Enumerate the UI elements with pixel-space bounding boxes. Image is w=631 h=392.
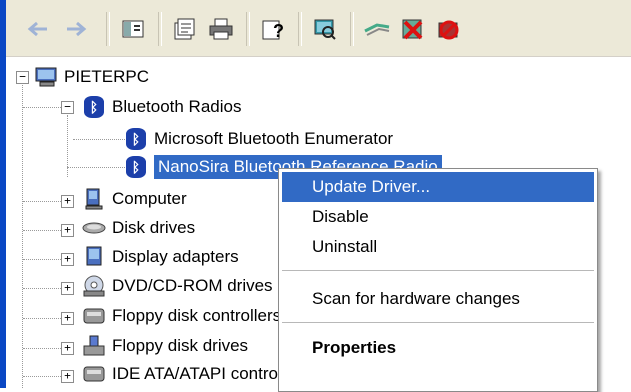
disable-icon (438, 20, 459, 40)
cd-drive-icon (82, 274, 106, 298)
computer-icon (82, 187, 106, 211)
print-button[interactable] (206, 14, 236, 44)
toolbar-separator (246, 12, 250, 46)
tree-item-label: Bluetooth Radios (112, 97, 242, 116)
uninstall-button[interactable] (398, 14, 428, 44)
disable-button[interactable] (434, 14, 464, 44)
tree-line (23, 288, 61, 289)
expand-toggle[interactable]: + (61, 282, 74, 295)
menu-separator (282, 270, 594, 271)
display-adapter-icon (82, 245, 106, 269)
update-driver-icon (364, 23, 390, 36)
context-menu: Update Driver... Disable Uninstall Scan … (278, 168, 598, 392)
tree-item-label: Computer (112, 189, 187, 208)
show-hide-console-tree-button[interactable] (118, 14, 148, 44)
menu-item-properties[interactable]: Properties (282, 333, 594, 363)
bluetooth-icon: ᛒ (82, 95, 106, 119)
uninstall-icon (402, 19, 423, 40)
update-driver-button[interactable] (362, 14, 392, 44)
print-icon (209, 18, 233, 40)
help-button[interactable]: ? (258, 14, 288, 44)
expand-toggle[interactable]: + (61, 195, 74, 208)
tree-line (22, 77, 23, 388)
ide-controller-icon (82, 362, 106, 386)
toolbar-separator (158, 12, 162, 46)
forward-icon (67, 21, 87, 37)
tree-item-floppy-drives[interactable]: Floppy disk drives (82, 332, 248, 360)
tree-item-label: PIETERPC (64, 67, 150, 86)
tree-line (73, 139, 125, 140)
tree-line (23, 107, 61, 108)
tree-line (23, 259, 61, 260)
computer-icon (34, 65, 58, 89)
expand-toggle[interactable]: + (61, 253, 74, 266)
bluetooth-icon: ᛒ (124, 155, 148, 179)
toolbar-separator (106, 12, 110, 46)
menu-separator (282, 322, 594, 323)
tree-item-label: Disk drives (112, 218, 196, 237)
tree-item-disk-drives[interactable]: Disk drives (82, 214, 195, 242)
tree-item-label: Display adapters (112, 247, 239, 266)
tree-item-label: Floppy disk controllers (112, 306, 282, 325)
tree-line (23, 201, 61, 202)
back-icon (27, 21, 47, 37)
menu-item-uninstall[interactable]: Uninstall (282, 232, 594, 262)
tree-item-bt-enumerator[interactable]: ᛒ Microsoft Bluetooth Enumerator (124, 125, 393, 153)
tree-line (23, 230, 61, 231)
properties-icon (174, 18, 195, 40)
tree-item-bluetooth-radios[interactable]: ᛒ Bluetooth Radios (82, 93, 241, 121)
help-icon: ? (262, 20, 284, 41)
toolbar-separator (350, 12, 354, 46)
tree-item-computer[interactable]: Computer (82, 185, 187, 213)
tree-item-floppy-controllers[interactable]: Floppy disk controllers (82, 302, 281, 330)
toolbar: ? (6, 0, 631, 57)
scan-hardware-button[interactable] (310, 14, 340, 44)
tree-item-label: DVD/CD-ROM drives (112, 276, 273, 295)
expand-toggle[interactable]: + (61, 224, 74, 237)
disk-drive-icon (82, 216, 106, 240)
tree-item-ide[interactable]: IDE ATA/ATAPI controllers (82, 360, 309, 388)
tree-line (67, 167, 125, 168)
menu-item-update-driver[interactable]: Update Driver... (282, 172, 594, 202)
menu-item-disable[interactable]: Disable (282, 202, 594, 232)
tree-item-label: Microsoft Bluetooth Enumerator (154, 129, 394, 148)
tree-item-dvd[interactable]: DVD/CD-ROM drives (82, 272, 273, 300)
expand-toggle[interactable]: + (61, 312, 74, 325)
expand-toggle[interactable]: + (61, 370, 74, 383)
svg-text:?: ? (273, 21, 284, 41)
scan-hardware-icon (314, 19, 336, 40)
tree-item-display-adapters[interactable]: Display adapters (82, 243, 239, 271)
properties-button[interactable] (170, 14, 200, 44)
collapse-toggle[interactable]: − (61, 101, 74, 114)
tree-item-root[interactable]: PIETERPC (34, 63, 149, 91)
expand-toggle[interactable]: + (61, 342, 74, 355)
forward-button[interactable] (62, 14, 92, 44)
tree-line (23, 318, 61, 319)
back-button[interactable] (22, 14, 52, 44)
bluetooth-icon: ᛒ (124, 127, 148, 151)
tree-item-label: Floppy disk drives (112, 336, 249, 355)
tree-line (23, 376, 61, 377)
floppy-drive-icon (82, 334, 106, 358)
toolbar-separator (298, 12, 302, 46)
console-tree-icon (122, 20, 144, 38)
floppy-controller-icon (82, 304, 106, 328)
menu-item-scan[interactable]: Scan for hardware changes (282, 284, 594, 314)
collapse-toggle[interactable]: − (16, 71, 29, 84)
tree-line (23, 348, 61, 349)
